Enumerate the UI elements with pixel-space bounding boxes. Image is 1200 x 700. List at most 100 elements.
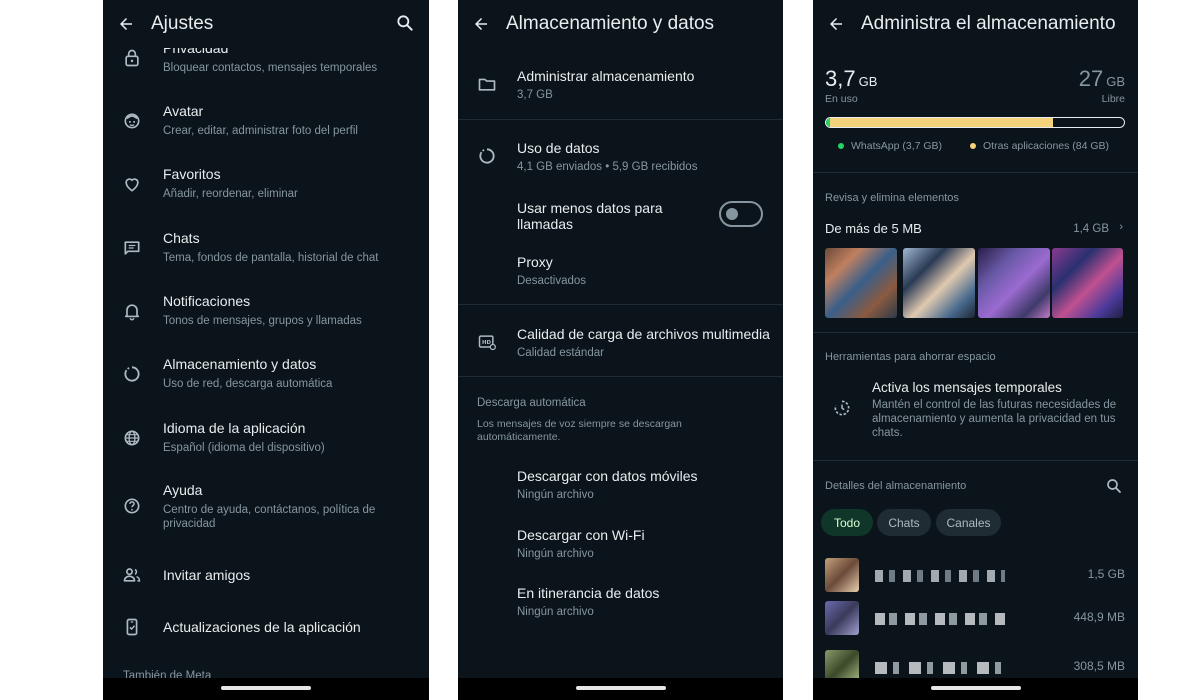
- media-thumbnail[interactable]: [1052, 248, 1123, 318]
- people-icon: [122, 565, 142, 585]
- media-thumbnail[interactable]: [978, 248, 1050, 318]
- chat-name-redacted: [875, 570, 1005, 582]
- chat-size: 1,5 GB: [1087, 567, 1125, 581]
- settings-item-desc: Español (idioma del dispositivo): [163, 442, 325, 454]
- download-wifi-item[interactable]: Descargar con Wi-Fi Ningún archivo: [458, 527, 783, 563]
- storage-usage-bar: [825, 117, 1125, 128]
- storage-chat-row[interactable]: 1,5 GB: [825, 558, 1125, 598]
- home-gesture-pill[interactable]: [930, 686, 1021, 690]
- settings-item-label: Idioma de la aplicación: [163, 420, 306, 436]
- manage-storage-item[interactable]: Administrar almacenamiento 3,7 GB: [458, 66, 783, 106]
- media-quality-item[interactable]: HD Calidad de carga de archivos multimed…: [458, 324, 783, 364]
- settings-item-label: Almacenamiento y datos: [163, 356, 317, 372]
- settings-item-storage[interactable]: Almacenamiento y datos Uso de red, desca…: [103, 356, 429, 406]
- chat-name-redacted: [875, 613, 1005, 625]
- media-quality-label: Calidad de carga de archivos multimedia: [517, 326, 770, 342]
- settings-item-desc: Uso de red, descarga automática: [163, 378, 333, 390]
- page-title: Almacenamiento y datos: [506, 13, 715, 34]
- back-arrow-icon[interactable]: [470, 13, 492, 35]
- review-header: Revisa y elimina elementos: [825, 192, 959, 204]
- settings-item-notifications[interactable]: Notificaciones Tonos de mensajes, grupos…: [103, 293, 429, 343]
- media-thumbnail[interactable]: [903, 248, 975, 318]
- back-arrow-icon[interactable]: [115, 13, 137, 35]
- settings-item-label: Favoritos: [163, 166, 221, 182]
- avatar: [825, 601, 859, 635]
- settings-item-favorites[interactable]: Favoritos Añadir, reordenar, eliminar: [103, 166, 429, 216]
- back-arrow-icon[interactable]: [825, 13, 847, 35]
- search-icon[interactable]: [395, 13, 417, 35]
- settings-item-invite[interactable]: Invitar amigos: [103, 564, 429, 588]
- settings-top-bar: Ajustes: [103, 0, 429, 48]
- chip-chats[interactable]: Chats: [877, 509, 931, 536]
- media-quality-desc: Calidad estándar: [517, 347, 604, 359]
- settings-item-desc: Tema, fondos de pantalla, historial de c…: [163, 252, 379, 264]
- legend-whatsapp-label: WhatsApp (3,7 GB): [851, 140, 943, 152]
- settings-item-label: Actualizaciones de la aplicación: [163, 619, 361, 635]
- settings-item-desc: Tonos de mensajes, grupos y llamadas: [163, 315, 362, 327]
- storage-chat-row[interactable]: 448,9 MB: [825, 601, 1125, 641]
- chat-size: 308,5 MB: [1073, 659, 1125, 673]
- settings-item-label: Invitar amigos: [163, 567, 251, 583]
- other-apps-usage-segment: [829, 118, 1054, 127]
- chip-channels[interactable]: Canales: [936, 509, 1001, 536]
- home-gesture-pill[interactable]: [221, 686, 311, 690]
- download-wifi-desc: Ningún archivo: [517, 548, 594, 560]
- settings-item-desc: Centro de ayuda, contáctanos, política d…: [163, 504, 376, 530]
- settings-item-desc: Añadir, reordenar, eliminar: [163, 188, 298, 200]
- less-data-toggle[interactable]: [719, 201, 763, 227]
- larger-files-label: De más de 5 MB: [825, 221, 922, 236]
- heart-icon: [122, 174, 142, 194]
- proxy-item[interactable]: Proxy Desactivados: [458, 254, 783, 290]
- phone-update-icon: [122, 617, 142, 637]
- storage-data-screen: Almacenamiento y datos Administrar almac…: [458, 0, 783, 700]
- divider: [813, 172, 1138, 173]
- legend-other: Otras aplicaciones (84 GB): [970, 140, 1109, 152]
- legend-dot-whatsapp: [838, 143, 844, 149]
- used-number: 3,7: [825, 66, 856, 91]
- tools-header: Herramientas para ahorrar espacio: [825, 351, 996, 363]
- manage-storage-screen: Administra el almacenamiento 3,7 GB En us…: [813, 0, 1138, 700]
- divider: [813, 332, 1138, 333]
- system-nav-bar: [103, 678, 429, 700]
- download-wifi-label: Descargar con Wi-Fi: [517, 527, 645, 543]
- data-circle-icon: [477, 146, 497, 166]
- data-usage-item[interactable]: Uso de datos 4,1 GB enviados • 5,9 GB re…: [458, 138, 783, 178]
- settings-item-avatar[interactable]: Avatar Crear, editar, administrar foto d…: [103, 103, 429, 153]
- settings-item-label: Avatar: [163, 103, 204, 119]
- download-mobile-item[interactable]: Descargar con datos móviles Ningún archi…: [458, 468, 783, 504]
- used-label: En uso: [825, 93, 858, 105]
- temp-messages-desc: Mantén el control de las futuras necesid…: [872, 399, 1117, 439]
- legend-other-label: Otras aplicaciones (84 GB): [983, 140, 1110, 152]
- chip-all[interactable]: Todo: [821, 509, 873, 536]
- manage-storage-label: Administrar almacenamiento: [517, 68, 695, 84]
- chevron-right-icon: ›: [1119, 221, 1123, 233]
- data-usage-label: Uso de datos: [517, 140, 600, 156]
- storage-top-bar: Almacenamiento y datos: [458, 0, 783, 48]
- larger-files-size: 1,4 GB: [1073, 223, 1109, 235]
- settings-item-language[interactable]: Idioma de la aplicación Español (idioma …: [103, 420, 429, 470]
- used-unit: GB: [858, 74, 878, 89]
- temp-messages-item[interactable]: Activa los mensajes temporales Mantén el…: [813, 378, 1138, 442]
- less-data-calls-item[interactable]: Usar menos datos para llamadas: [458, 198, 783, 234]
- search-icon[interactable]: [1105, 477, 1123, 495]
- toggle-knob: [726, 208, 738, 220]
- settings-item-chats[interactable]: Chats Tema, fondos de pantalla, historia…: [103, 230, 429, 280]
- settings-item-help[interactable]: Ayuda Centro de ayuda, contáctanos, polí…: [103, 482, 429, 538]
- legend-dot-other: [970, 143, 976, 149]
- larger-files-row[interactable]: De más de 5 MB 1,4 GB ›: [825, 219, 1125, 239]
- divider: [813, 460, 1138, 461]
- proxy-label: Proxy: [517, 254, 553, 270]
- timer-icon: [832, 398, 852, 418]
- legend-whatsapp: WhatsApp (3,7 GB): [838, 140, 942, 152]
- home-gesture-pill[interactable]: [575, 686, 666, 690]
- settings-item-desc: Bloquear contactos, mensajes temporales: [163, 62, 378, 74]
- divider: [458, 376, 783, 377]
- settings-item-label: Notificaciones: [163, 293, 251, 309]
- folder-icon: [477, 74, 497, 94]
- settings-item-updates[interactable]: Actualizaciones de la aplicación: [103, 616, 429, 640]
- bell-icon: [122, 301, 142, 321]
- settings-item-desc: Crear, editar, administrar foto del perf…: [163, 125, 358, 137]
- media-thumbnail[interactable]: [825, 248, 897, 318]
- download-roaming-item[interactable]: En itinerancia de datos Ningún archivo: [458, 585, 783, 621]
- hd-settings-icon: HD: [477, 332, 497, 352]
